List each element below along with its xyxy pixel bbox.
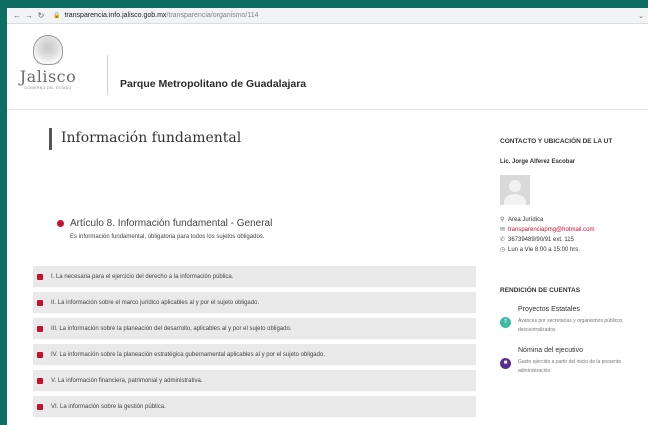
section-title-accent	[49, 128, 52, 150]
accounts-item[interactable]: ⇧ Proyectos Estatales Avances por secret…	[500, 306, 645, 335]
plus-square-icon	[37, 299, 43, 306]
clock-icon: ◷	[500, 247, 506, 253]
area-text: Area Jurídica	[508, 216, 544, 223]
accounts-item-title: Nómina del ejecutivo	[518, 347, 583, 354]
chart-icon: ⇧	[500, 317, 511, 328]
browser-window: ← → ↻ 🔒 transparencia.info.jalisco.gob.m…	[7, 8, 648, 425]
article-description: Es información fundamental, obligatoria …	[70, 234, 265, 240]
list-item[interactable]: I. La necesaria para el ejercicio del de…	[33, 266, 476, 288]
jalisco-logo[interactable]: Jalisco GOBIERNO DEL ESTADO	[17, 35, 79, 107]
browser-toolbar: ← → ↻ 🔒 transparencia.info.jalisco.gob.m…	[7, 8, 648, 24]
back-icon[interactable]: ←	[11, 11, 23, 20]
list-item-label: IV. La información sobre la planeación e…	[51, 351, 325, 358]
reload-icon[interactable]: ↻	[35, 11, 47, 20]
address-bar[interactable]: 🔒 transparencia.info.jalisco.gob.mx/tran…	[53, 12, 259, 19]
location-pin-icon: ⚲	[500, 217, 505, 223]
contact-email: ✉ transparenciapmg@hotmail.com	[500, 226, 645, 234]
list-item-label: VI. La información sobre la gestión públ…	[51, 403, 166, 410]
plus-square-icon	[37, 403, 43, 410]
sidebar: CONTACTO Y UBICACIÓN DE LA UT Lic. Jorge…	[500, 138, 645, 376]
article-title: Artículo 8. Información fundamental - Ge…	[70, 218, 273, 229]
list-item[interactable]: IV. La información sobre la planeación e…	[33, 344, 476, 366]
coat-of-arms-icon	[33, 35, 63, 65]
list-item-label: I. La necesaria para el ejercicio del de…	[51, 273, 234, 280]
site-header: Jalisco GOBIERNO DEL ESTADO Parque Metro…	[7, 25, 648, 110]
envelope-icon: ✉	[500, 227, 506, 233]
list-item-label: II. La información sobre el marco jurídi…	[51, 299, 260, 306]
fundamental-info-list: I. La necesaria para el ejercicio del de…	[33, 266, 476, 422]
accounts-heading: RENDICIÓN DE CUENTAS	[500, 287, 581, 294]
plus-square-icon	[37, 325, 43, 332]
article-block: Artículo 8. Información fundamental - Ge…	[57, 218, 272, 240]
contact-area: ⚲ Area Jurídica	[500, 216, 645, 224]
accounts-item[interactable]: ■ Nómina del ejecutivo Gasto ejercido a …	[500, 347, 645, 376]
list-item[interactable]: V. La información financiera, patrimonia…	[33, 370, 476, 392]
url-path: /transparencia/organismo/114	[166, 12, 259, 19]
email-link[interactable]: transparenciapmg@hotmail.com	[508, 227, 594, 233]
payroll-icon: ■	[500, 358, 511, 369]
contact-hours: ◷ Lun a Vie 8:00 a 15:00 hrs.	[500, 246, 645, 254]
list-item[interactable]: VI. La información sobre la gestión públ…	[33, 396, 476, 418]
logo-subtext: GOBIERNO DEL ESTADO	[24, 86, 72, 90]
contact-heading: CONTACTO Y UBICACIÓN DE LA UT	[500, 138, 613, 145]
list-item-label: III. La información sobre la planeación …	[51, 325, 292, 332]
plus-square-icon	[37, 273, 43, 280]
accounts-item-description: Gasto ejercido a partir del inicio de la…	[518, 359, 622, 374]
avatar	[500, 175, 530, 205]
forward-icon[interactable]: →	[23, 11, 35, 20]
phone-text: 36739489/90/91 ext. 115	[508, 236, 574, 243]
chevron-down-icon[interactable]: ⌄	[638, 12, 644, 20]
hours-text: Lun a Vie 8:00 a 15:00 hrs.	[508, 246, 580, 253]
page-title: Información fundamental	[61, 130, 242, 146]
list-item[interactable]: III. La información sobre la planeación …	[33, 318, 476, 340]
plus-square-icon	[37, 351, 43, 358]
accounts-item-title: Proyectos Estatales	[518, 306, 580, 313]
contact-phone: ✆ 36739489/90/91 ext. 115	[500, 236, 645, 244]
accounts-item-description: Avances por secretarías y organismos púb…	[518, 318, 623, 333]
url-host: transparencia.info.jalisco.gob.mx	[64, 12, 167, 19]
list-item[interactable]: II. La información sobre el marco jurídi…	[33, 292, 476, 314]
logo-text: Jalisco	[19, 67, 77, 86]
phone-icon: ✆	[500, 237, 506, 243]
site-title[interactable]: Parque Metropolitano de Guadalajara	[120, 78, 306, 90]
article-heading[interactable]: Artículo 8. Información fundamental - Ge…	[57, 218, 272, 229]
contact-name: Lic. Jorge Alferez Escobar	[500, 159, 576, 165]
bullet-icon	[57, 220, 64, 227]
list-item-label: V. La información financiera, patrimonia…	[51, 377, 203, 384]
plus-square-icon	[37, 377, 43, 384]
lock-icon: 🔒	[53, 13, 61, 19]
logo-divider	[107, 55, 108, 95]
